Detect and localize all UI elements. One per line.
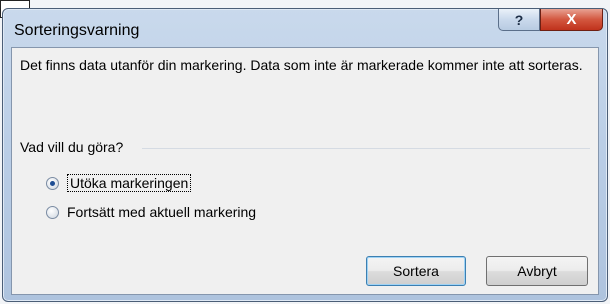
dialog-content: Det finns data utanför din markering. Da…	[11, 47, 599, 295]
option-label[interactable]: Fortsätt med aktuell markering	[67, 204, 256, 220]
help-button[interactable]: ?	[498, 9, 540, 31]
group-divider	[142, 148, 590, 149]
warning-message: Det finns data utanför din markering. Da…	[20, 57, 583, 73]
close-button[interactable]: X	[540, 9, 603, 31]
sort-warning-dialog: Sorteringsvarning ? X Det finns data uta…	[2, 8, 608, 302]
help-icon: ?	[514, 11, 524, 28]
sort-button[interactable]: Sortera	[366, 256, 466, 286]
option-expand-selection[interactable]: Utöka markeringen	[46, 174, 192, 192]
title-bar: Sorteringsvarning ? X	[3, 9, 607, 49]
group-label: Vad vill du göra?	[20, 139, 130, 155]
option-continue-current-selection[interactable]: Fortsätt med aktuell markering	[46, 204, 256, 220]
cancel-button[interactable]: Avbryt	[486, 256, 588, 286]
option-label[interactable]: Utöka markeringen	[67, 174, 192, 192]
dialog-title: Sorteringsvarning	[14, 22, 140, 39]
radio-selected-icon[interactable]	[46, 176, 59, 190]
radio-unselected-icon[interactable]	[46, 205, 59, 219]
close-icon: X	[566, 11, 577, 28]
